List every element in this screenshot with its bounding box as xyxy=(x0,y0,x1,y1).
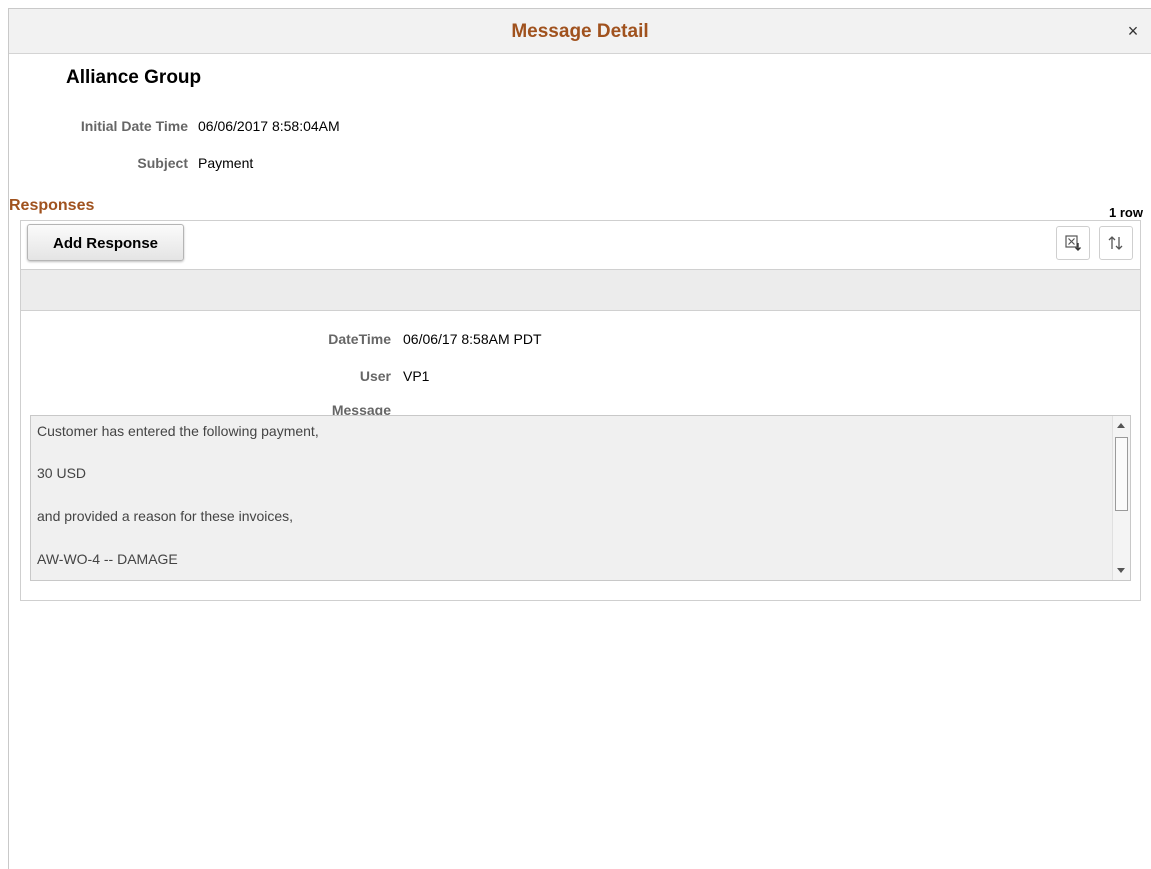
dialog-title: Message Detail xyxy=(511,21,649,42)
subject-value: Payment xyxy=(198,155,254,171)
response-user-row: User VP1 xyxy=(21,368,721,388)
response-datetime-row: DateTime 06/06/17 8:58AM PDT xyxy=(21,331,721,351)
subject-row: Subject Payment xyxy=(9,155,609,175)
scroll-thumb[interactable] xyxy=(1115,437,1128,511)
grid-toolbar: Add Response xyxy=(21,221,1140,269)
dialog-titlebar: Message Detail × xyxy=(9,9,1151,54)
close-icon[interactable]: × xyxy=(1123,21,1143,41)
excel-download-icon xyxy=(1065,235,1081,251)
user-label: User xyxy=(359,368,391,384)
message-scrollbar[interactable] xyxy=(1112,416,1130,580)
datetime-label: DateTime xyxy=(328,331,391,347)
scroll-down-icon[interactable] xyxy=(1117,568,1125,573)
scroll-up-icon[interactable] xyxy=(1117,423,1125,428)
sort-icon xyxy=(1108,236,1123,250)
message-detail-dialog: Message Detail × Alliance Group Initial … xyxy=(8,8,1151,869)
grid-header-band xyxy=(21,269,1140,311)
initial-date-time-value: 06/06/2017 8:58:04AM xyxy=(198,118,340,134)
subject-label: Subject xyxy=(137,155,188,171)
group-name: Alliance Group xyxy=(66,67,202,88)
responses-grid: Add Response DateTime 06/06/17 8:58AM PD… xyxy=(20,220,1141,601)
datetime-value: 06/06/17 8:58AM PDT xyxy=(403,331,542,347)
excel-download-button[interactable] xyxy=(1056,226,1090,260)
responses-title: Responses xyxy=(9,197,95,214)
initial-date-time-row: Initial Date Time 06/06/2017 8:58:04AM xyxy=(9,118,609,138)
user-value: VP1 xyxy=(403,368,430,384)
message-line: Customer has entered the following payme… xyxy=(37,423,319,439)
message-line: and provided a reason for these invoices… xyxy=(37,508,294,524)
message-line: 30 USD xyxy=(37,465,87,481)
message-textarea[interactable]: Customer has entered the following payme… xyxy=(30,415,1131,581)
message-line: AW-WO-4 -- DAMAGE xyxy=(37,551,178,567)
row-count: 1 row xyxy=(1109,205,1143,220)
sort-button[interactable] xyxy=(1099,226,1133,260)
add-response-button[interactable]: Add Response xyxy=(27,224,184,261)
initial-date-time-label: Initial Date Time xyxy=(80,118,188,134)
